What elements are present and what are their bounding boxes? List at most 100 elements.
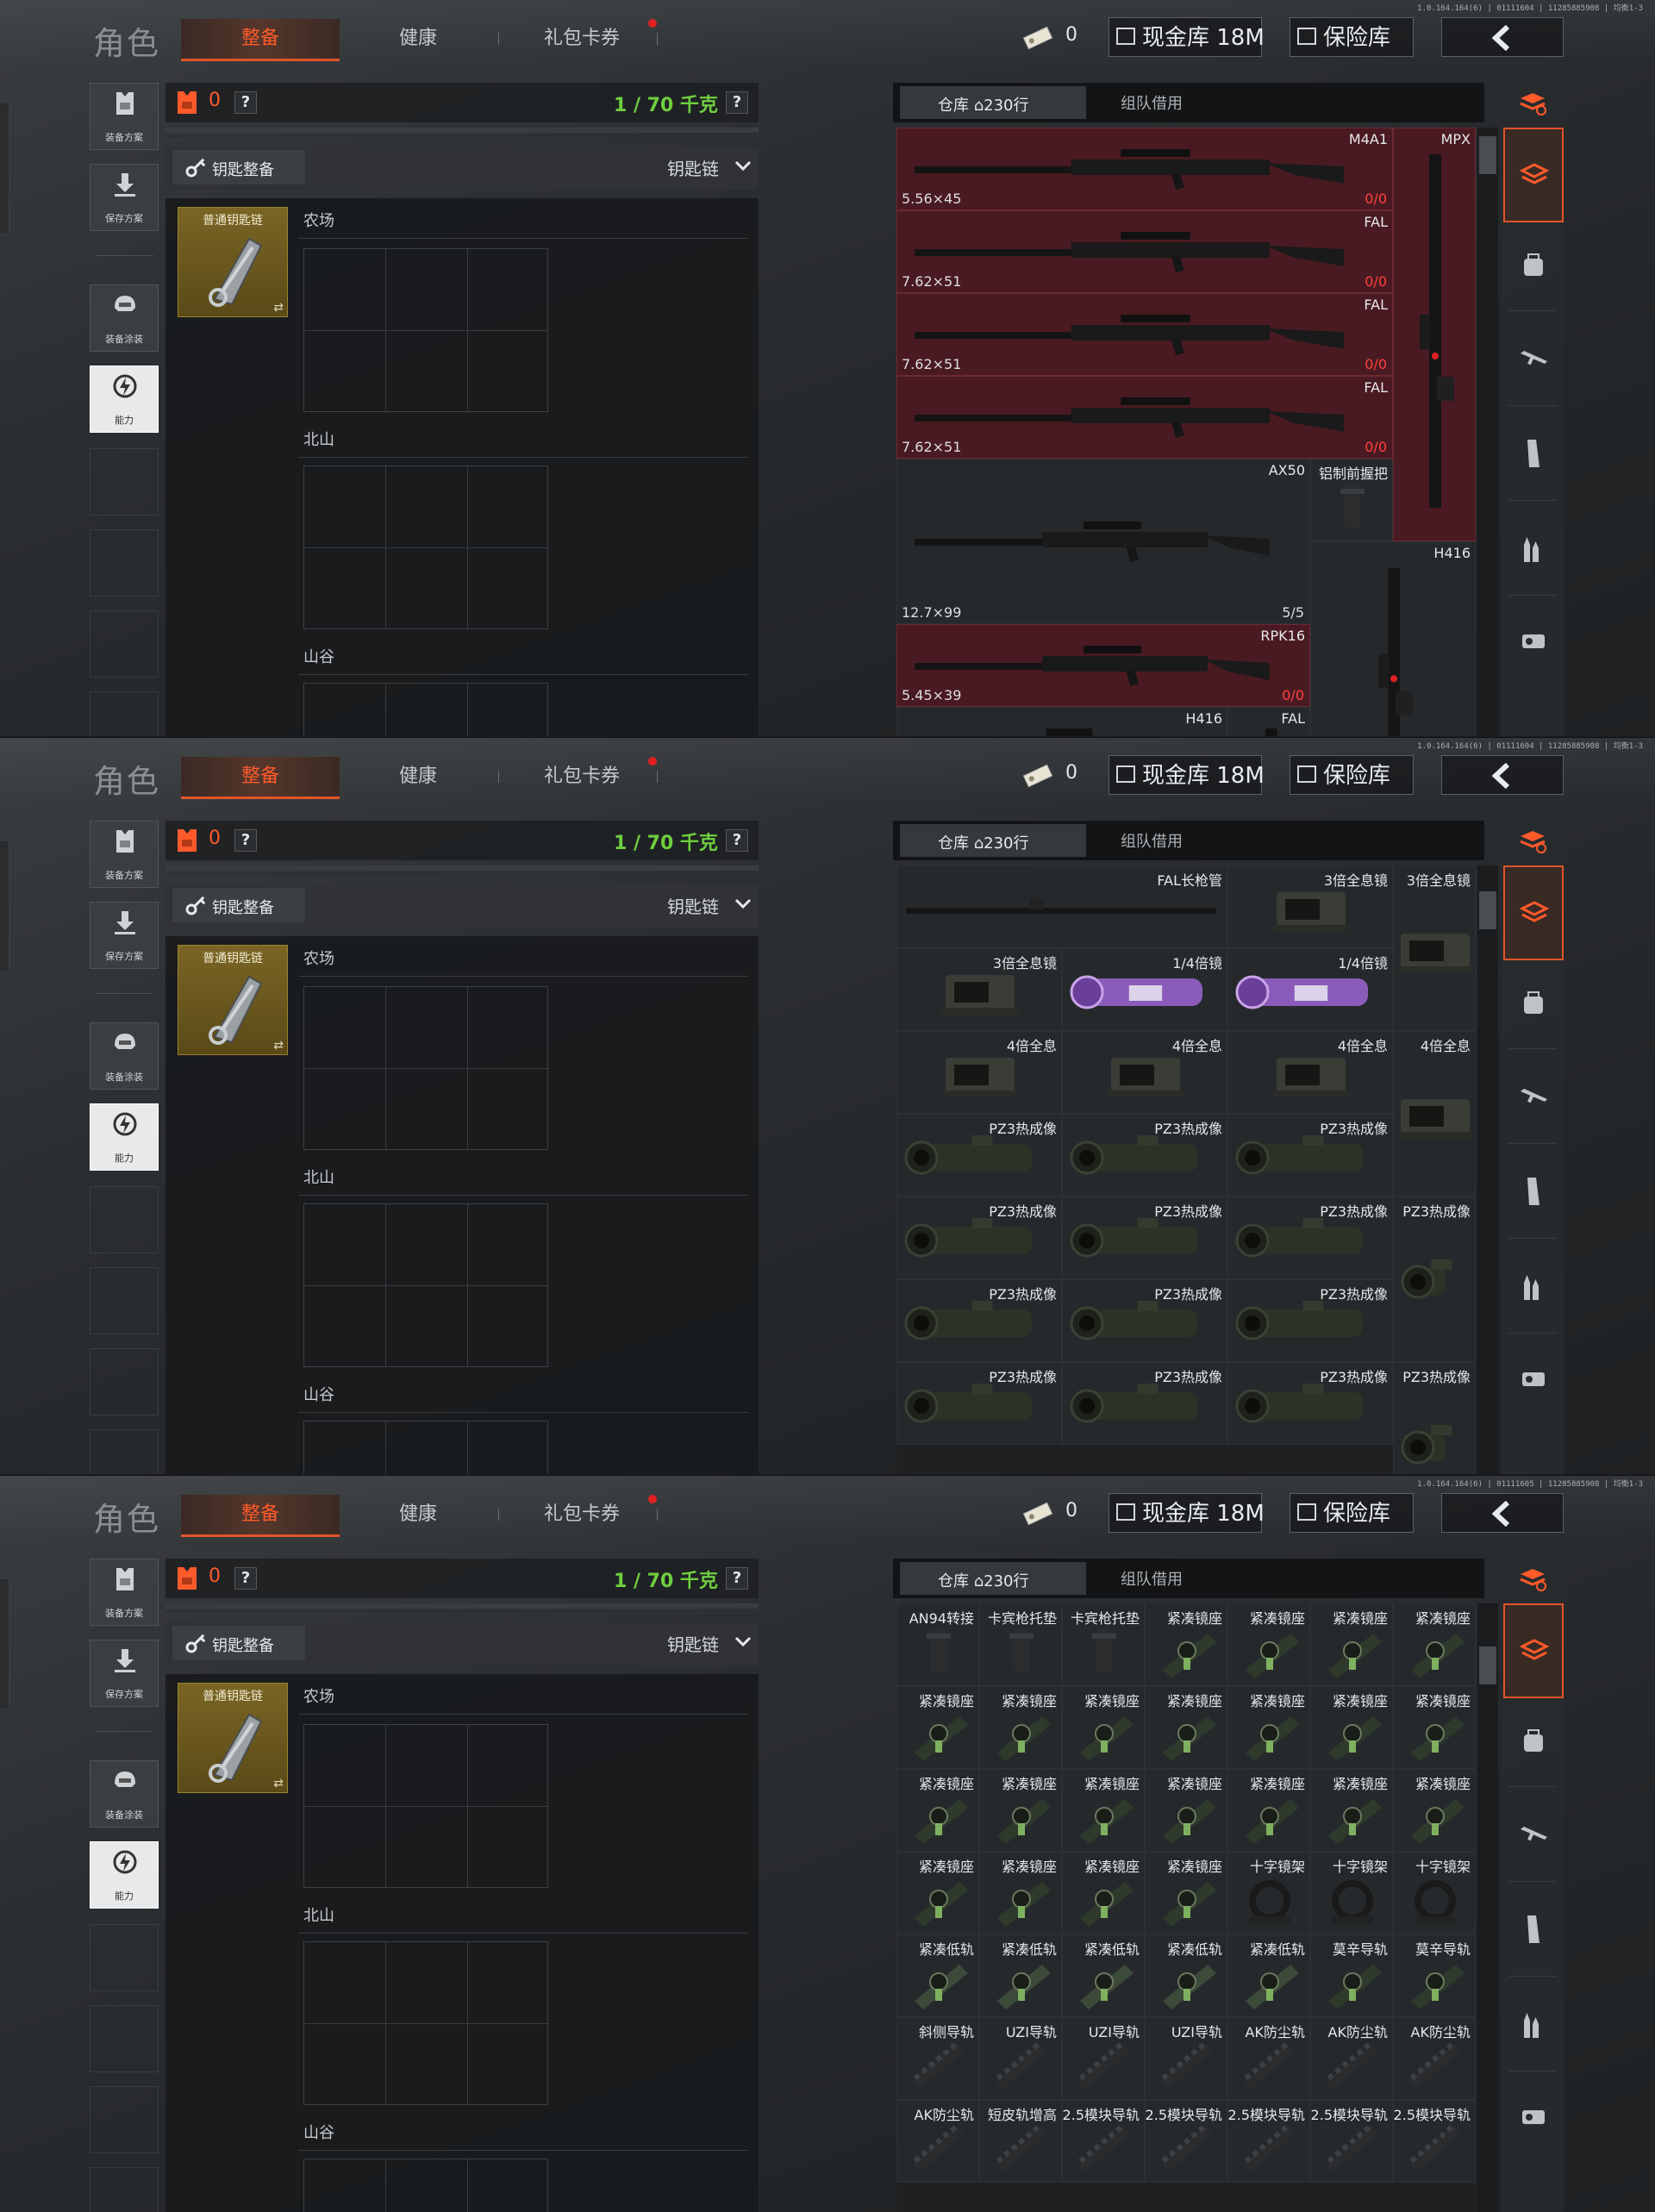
back-button[interactable] xyxy=(1441,755,1564,795)
chevron-down-icon[interactable] xyxy=(734,160,752,171)
cash-vault-button[interactable]: 现金库 18M xyxy=(1109,1493,1265,1533)
rifle-icon[interactable] xyxy=(1519,1083,1550,1110)
storage-item[interactable]: RPK16 5.45×39 0/0 xyxy=(896,624,1310,707)
key-chain-slot[interactable]: 普通钥匙链 ⇄ xyxy=(178,1683,288,1793)
stack-sort-icon[interactable] xyxy=(1517,1565,1548,1591)
safe-box-button[interactable]: 保险库 xyxy=(1290,755,1414,795)
storage-item[interactable]: AK防尘轨 xyxy=(1227,2017,1310,2100)
save-plan-button[interactable]: 保存方案 xyxy=(90,164,159,231)
key-chain-dropdown-label[interactable]: 钥匙链 xyxy=(667,893,719,918)
storage-item[interactable]: 十字镜架 xyxy=(1393,1852,1476,1934)
storage-item[interactable]: FAL长枪管 xyxy=(896,865,1227,948)
storage-item[interactable]: PZ3热成像 xyxy=(1393,1197,1476,1362)
storage-item[interactable]: 卡宾枪托垫 xyxy=(1062,1603,1145,1686)
tab-team-borrow[interactable]: 组队借用 xyxy=(1121,829,1183,852)
tab-warehouse[interactable]: 仓库 ⌂230行 xyxy=(900,824,1086,857)
storage-item[interactable]: FAL 7.62×51 0/0 xyxy=(896,293,1393,376)
swap-icon[interactable]: ⇄ xyxy=(273,1777,284,1790)
key-grid-valley[interactable] xyxy=(303,683,548,736)
storage-grid[interactable]: AN94转接 卡宾枪托垫 卡宾枪托垫 紧凑镜座 紧凑镜座 紧凑镜座 紧凑镜座 紧凑镜座 紧凑镜座… xyxy=(896,1603,1476,2212)
help-icon[interactable]: ? xyxy=(234,829,257,852)
save-plan-button[interactable]: 保存方案 xyxy=(90,902,159,969)
key-chain-dropdown-label[interactable]: 钥匙链 xyxy=(667,155,719,180)
storage-item[interactable]: 2.5模块导轨 xyxy=(1062,2100,1145,2183)
storage-item[interactable]: 紧凑镜座 xyxy=(1310,1686,1393,1769)
storage-item[interactable]: 1/4倍镜 xyxy=(1062,948,1227,1031)
storage-item[interactable]: H416 xyxy=(896,707,1227,736)
rifle-icon[interactable] xyxy=(1519,345,1550,372)
scrollbar-thumb[interactable] xyxy=(1479,1647,1496,1684)
storage-item[interactable]: 紧凑镜座 xyxy=(1227,1603,1310,1686)
tab-team-borrow[interactable]: 组队借用 xyxy=(1121,91,1183,114)
storage-item[interactable]: H416 xyxy=(1310,541,1476,736)
help-icon[interactable]: ? xyxy=(234,1567,257,1590)
tab-loadout[interactable]: 整备 xyxy=(181,1495,340,1537)
ability-button[interactable]: 能力 xyxy=(90,1103,159,1171)
storage-item[interactable]: 4倍全息 xyxy=(1062,1031,1227,1114)
storage-item[interactable]: 紧凑镜座 xyxy=(1393,1603,1476,1686)
chevron-down-icon[interactable] xyxy=(734,1636,752,1647)
key-loadout-button[interactable]: 钥匙整备 xyxy=(172,150,305,184)
storage-item[interactable]: 紧凑低轨 xyxy=(1145,1934,1227,2017)
storage-item[interactable]: 紧凑镜座 xyxy=(1145,1603,1227,1686)
left-edge-handle[interactable] xyxy=(0,1579,10,1709)
storage-grid[interactable]: FAL长枪管 3倍全息镜 3倍全息镜 3倍全息镜 1/4倍镜 1/4倍镜 4倍全息 4倍全息 4… xyxy=(896,865,1476,1474)
storage-item[interactable]: AK防尘轨 xyxy=(1393,2017,1476,2100)
scope-attachment-icon[interactable] xyxy=(1519,2103,1548,2131)
storage-scrollbar[interactable] xyxy=(1477,865,1498,1474)
swap-icon[interactable]: ⇄ xyxy=(273,301,284,315)
ammo-icon[interactable] xyxy=(1519,534,1545,565)
key-chain-slot[interactable]: 普通钥匙链 ⇄ xyxy=(178,207,288,317)
ability-button[interactable]: 能力 xyxy=(90,1841,159,1909)
storage-item[interactable]: AX50 12.7×99 5/5 xyxy=(896,459,1310,624)
tab-team-borrow[interactable]: 组队借用 xyxy=(1121,1567,1183,1590)
magazine-icon[interactable] xyxy=(1519,1914,1545,1945)
loadout-plan-button[interactable]: 装备方案 xyxy=(90,821,159,888)
storage-item[interactable]: PZ3热成像 xyxy=(896,1279,1062,1362)
storage-item[interactable]: 紧凑低轨 xyxy=(1062,1934,1145,2017)
save-plan-button[interactable]: 保存方案 xyxy=(90,1640,159,1707)
stack-sort-icon[interactable] xyxy=(1517,828,1548,853)
scrollbar-thumb[interactable] xyxy=(1479,891,1496,929)
storage-item[interactable]: PZ3热成像 xyxy=(1062,1197,1227,1279)
key-grid-valley[interactable] xyxy=(303,1421,548,1474)
storage-item[interactable]: 紧凑镜座 xyxy=(1227,1769,1310,1852)
storage-item[interactable]: 紧凑镜座 xyxy=(1393,1769,1476,1852)
ammo-icon[interactable] xyxy=(1519,1272,1545,1303)
storage-grid[interactable]: M4A1 5.56×45 0/0 MPX FAL 7.62×51 0/0 FAL 7.62×51… xyxy=(896,128,1476,736)
storage-item[interactable]: AK防尘轨 xyxy=(1310,2017,1393,2100)
storage-item[interactable]: 2.5模块导轨 xyxy=(1227,2100,1310,2183)
storage-item[interactable]: 莫辛导轨 xyxy=(1310,1934,1393,2017)
tab-health[interactable]: 健康 xyxy=(371,757,465,797)
storage-item[interactable]: AK防尘轨 xyxy=(896,2100,979,2183)
tab-health[interactable]: 健康 xyxy=(371,19,465,59)
tab-warehouse[interactable]: 仓库 ⌂230行 xyxy=(900,86,1086,119)
storage-item[interactable]: 3倍全息镜 xyxy=(896,948,1062,1031)
storage-item[interactable]: 紧凑低轨 xyxy=(979,1934,1062,2017)
key-chain-slot[interactable]: 普通钥匙链 ⇄ xyxy=(178,945,288,1055)
storage-item[interactable]: PZ3热成像 xyxy=(1227,1362,1393,1445)
scope-attachment-icon[interactable] xyxy=(1519,628,1548,655)
storage-item[interactable]: MPX xyxy=(1393,128,1476,541)
storage-item[interactable]: PZ3热成像 xyxy=(1227,1197,1393,1279)
back-button[interactable] xyxy=(1441,1493,1564,1533)
backpack-icon[interactable] xyxy=(1519,990,1548,1017)
magazine-icon[interactable] xyxy=(1519,438,1545,469)
category-all-items[interactable] xyxy=(1503,128,1564,222)
tab-gift-cards[interactable]: 礼包卡券 xyxy=(517,757,646,797)
storage-item[interactable]: UZI导轨 xyxy=(1062,2017,1145,2100)
help-icon[interactable]: ? xyxy=(234,91,257,114)
category-all-items[interactable] xyxy=(1503,1603,1564,1698)
storage-item[interactable]: 4倍全息 xyxy=(896,1031,1062,1114)
safe-box-button[interactable]: 保险库 xyxy=(1290,1493,1414,1533)
key-grid-north-mountain[interactable] xyxy=(303,1203,548,1367)
tab-health[interactable]: 健康 xyxy=(371,1495,465,1534)
tab-warehouse[interactable]: 仓库 ⌂230行 xyxy=(900,1562,1086,1595)
storage-item[interactable]: 4倍全息 xyxy=(1393,1031,1476,1197)
weight-help-icon[interactable]: ? xyxy=(726,829,748,852)
storage-item[interactable]: 紧凑镜座 xyxy=(1393,1686,1476,1769)
storage-scrollbar[interactable] xyxy=(1477,128,1498,736)
tab-loadout[interactable]: 整备 xyxy=(181,19,340,61)
storage-item[interactable]: PZ3热成像 xyxy=(1393,1362,1476,1474)
storage-item[interactable]: 1/4倍镜 xyxy=(1227,948,1393,1031)
